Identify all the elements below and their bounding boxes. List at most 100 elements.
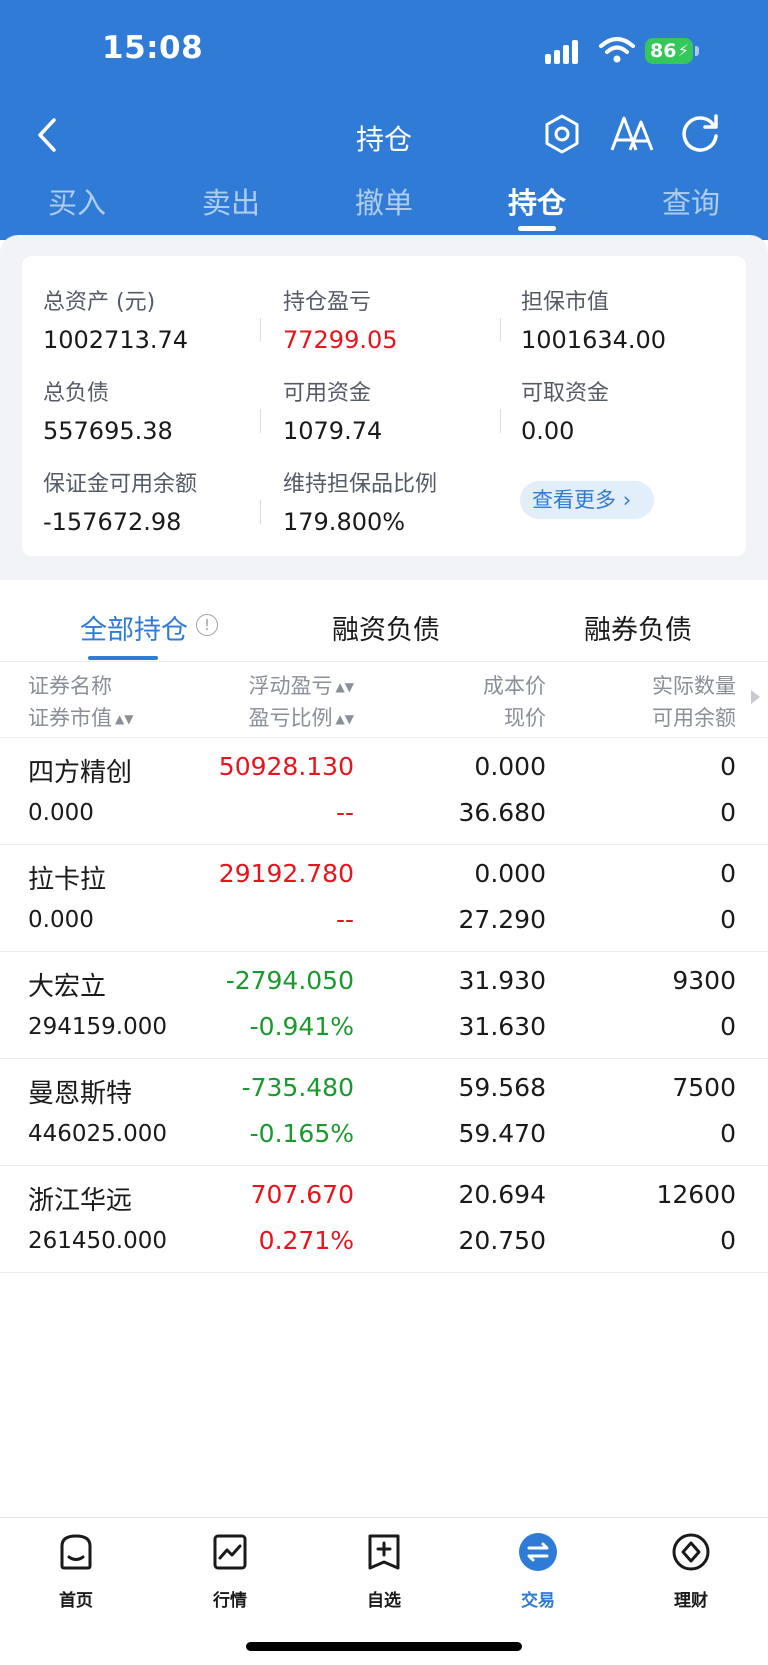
col-pl-ratio[interactable]: 盈亏比例 ▲▼ bbox=[249, 702, 354, 732]
float-pl: 29192.780 bbox=[218, 859, 354, 888]
add-bookmark-icon bbox=[368, 1534, 400, 1570]
info-icon[interactable]: ! bbox=[196, 614, 218, 636]
available-funds-value: 1079.74 bbox=[283, 417, 383, 445]
total-liability-label: 总负债 bbox=[43, 381, 110, 406]
actual-qty: 7500 bbox=[672, 1073, 736, 1102]
cost-price: 0.000 bbox=[474, 859, 546, 888]
security-name: 曼恩斯特 bbox=[28, 1079, 133, 1109]
pl-ratio: -0.941% bbox=[249, 1012, 354, 1041]
withdrawable-value: 0.00 bbox=[521, 417, 575, 445]
nav-market-label: 行情 bbox=[213, 1591, 247, 1611]
refresh-icon[interactable] bbox=[676, 110, 724, 158]
settings-icon[interactable] bbox=[538, 110, 586, 158]
header: 15:08 86 ⚡ 持仓 买入 卖出 撤单 持仓 查询 bbox=[0, 0, 768, 240]
nav-watchlist[interactable]: 自选 bbox=[334, 1532, 434, 1611]
margin-balance-value: -157672.98 bbox=[43, 508, 182, 536]
divider bbox=[260, 318, 261, 342]
collateral-label: 担保市值 bbox=[521, 290, 610, 315]
col-market-value[interactable]: 证券市值 ▲▼ bbox=[28, 702, 133, 732]
total-liability-value: 557695.38 bbox=[43, 417, 173, 445]
nav-bar: 持仓 bbox=[0, 100, 768, 170]
wifi-icon bbox=[599, 37, 635, 63]
status-bar: 15:08 86 ⚡ bbox=[0, 0, 768, 100]
col-name: 证券名称 bbox=[28, 674, 112, 698]
view-more-button[interactable]: 查看更多 › bbox=[520, 481, 654, 519]
status-time: 15:08 bbox=[102, 30, 204, 66]
pl-ratio: -- bbox=[335, 798, 354, 827]
home-icon bbox=[60, 1534, 92, 1570]
sort-icon: ▲▼ bbox=[335, 712, 354, 726]
security-name: 浙江华远 bbox=[28, 1186, 133, 1216]
font-size-icon[interactable] bbox=[608, 110, 656, 158]
nav-trade[interactable]: 交易 bbox=[488, 1532, 588, 1611]
margin-balance-label: 保证金可用余额 bbox=[43, 472, 198, 497]
security-name: 拉卡拉 bbox=[28, 865, 107, 895]
available-qty: 0 bbox=[720, 1226, 736, 1255]
cost-price: 20.694 bbox=[458, 1180, 546, 1209]
tab-positions[interactable]: 持仓 bbox=[477, 180, 597, 222]
tab-sell[interactable]: 卖出 bbox=[171, 180, 291, 222]
nav-market[interactable]: 行情 bbox=[180, 1532, 280, 1611]
maintenance-ratio: 维持担保品比例 179.800% bbox=[283, 466, 503, 536]
cellular-signal-icon bbox=[545, 38, 585, 64]
table-row[interactable]: 浙江华远 261450.000 707.670 0.271% 20.694 20… bbox=[0, 1166, 768, 1273]
battery-icon: 86 ⚡ bbox=[645, 38, 693, 64]
pl-ratio: -- bbox=[335, 905, 354, 934]
position-sub-tabs: 全部持仓 ! 融资负债 融券负债 bbox=[0, 590, 768, 662]
security-name: 大宏立 bbox=[28, 972, 107, 1002]
col-price: 现价 bbox=[504, 706, 546, 730]
tab-all-positions[interactable]: 全部持仓 bbox=[80, 608, 188, 647]
margin-balance: 保证金可用余额 -157672.98 bbox=[43, 466, 263, 536]
tab-buy[interactable]: 买入 bbox=[17, 180, 137, 222]
available-qty: 0 bbox=[720, 1012, 736, 1041]
available-qty: 0 bbox=[720, 798, 736, 827]
available-qty: 0 bbox=[720, 905, 736, 934]
nav-watchlist-label: 自选 bbox=[367, 1591, 401, 1611]
pl-ratio: 0.271% bbox=[258, 1226, 354, 1255]
cost-price: 31.930 bbox=[458, 966, 546, 995]
float-pl: 707.670 bbox=[250, 1180, 354, 1209]
actual-qty: 0 bbox=[720, 859, 736, 888]
cost-price: 59.568 bbox=[458, 1073, 546, 1102]
float-pl: -735.480 bbox=[241, 1073, 354, 1102]
tab-cancel[interactable]: 撤单 bbox=[324, 180, 444, 222]
col-float-pl[interactable]: 浮动盈亏 ▲▼ bbox=[249, 670, 354, 700]
collateral-value: 1001634.00 bbox=[521, 326, 667, 354]
available-funds-label: 可用资金 bbox=[283, 381, 372, 406]
nav-home[interactable]: 首页 bbox=[26, 1532, 126, 1611]
col-qty: 实际数量 bbox=[652, 674, 736, 698]
divider bbox=[500, 318, 501, 342]
current-price: 31.630 bbox=[458, 1012, 546, 1041]
scroll-right-icon[interactable] bbox=[751, 690, 760, 704]
nav-wealth[interactable]: 理财 bbox=[641, 1532, 741, 1611]
table-row[interactable]: 曼恩斯特 446025.000 -735.480 -0.165% 59.568 … bbox=[0, 1059, 768, 1166]
wealth-icon bbox=[672, 1533, 710, 1571]
table-row[interactable]: 大宏立 294159.000 -2794.050 -0.941% 31.930 … bbox=[0, 952, 768, 1059]
current-price: 36.680 bbox=[458, 798, 546, 827]
position-pl: 持仓盈亏 77299.05 bbox=[283, 284, 503, 354]
available-qty: 0 bbox=[720, 1119, 736, 1148]
battery-cap bbox=[695, 46, 699, 56]
sort-icon: ▲▼ bbox=[115, 712, 134, 726]
tab-underline bbox=[518, 226, 556, 231]
current-price: 59.470 bbox=[458, 1119, 546, 1148]
table-row[interactable]: 拉卡拉 0.000 29192.780 -- 0.000 27.290 0 0 bbox=[0, 845, 768, 952]
chart-line-icon bbox=[213, 1534, 247, 1570]
tab-securities-debt[interactable]: 融券负债 bbox=[584, 608, 692, 647]
trade-exchange-icon bbox=[519, 1533, 557, 1571]
sub-tab-underline bbox=[88, 656, 158, 660]
market-value: 294159.000 bbox=[28, 1014, 168, 1040]
divider bbox=[500, 409, 501, 433]
tab-financing-debt[interactable]: 融资负债 bbox=[332, 608, 440, 647]
maintenance-ratio-value: 179.800% bbox=[283, 508, 406, 536]
table-row[interactable]: 四方精创 0.000 50928.130 -- 0.000 36.680 0 0 bbox=[0, 738, 768, 845]
current-price: 27.290 bbox=[458, 905, 546, 934]
battery-level: 86 bbox=[650, 40, 677, 62]
security-name: 四方精创 bbox=[28, 758, 133, 788]
col-avail: 可用余额 bbox=[652, 706, 736, 730]
table-header: 证券名称 证券市值 ▲▼ 浮动盈亏 ▲▼ 盈亏比例 ▲▼ 成本价 现价 实际数量 可用… bbox=[0, 662, 768, 738]
actual-qty: 0 bbox=[720, 752, 736, 781]
divider bbox=[260, 409, 261, 433]
col-cost: 成本价 bbox=[483, 674, 546, 698]
tab-query[interactable]: 查询 bbox=[631, 180, 751, 222]
